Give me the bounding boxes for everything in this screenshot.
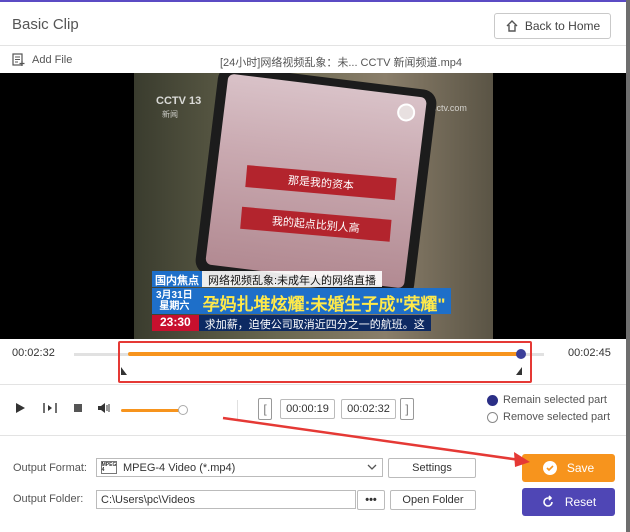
ticker-date: 3月31日 星期六	[152, 288, 197, 314]
range-end-field[interactable]: 00:02:32	[341, 399, 396, 419]
set-end-button[interactable]: ]	[400, 398, 414, 420]
output-format-select[interactable]: MPEG 4 MPEG-4 Video (*.mp4)	[96, 458, 383, 477]
watermark: cctv.com	[432, 103, 467, 113]
play-icon	[16, 403, 25, 413]
speaker-icon	[98, 403, 110, 413]
remain-radio[interactable]	[487, 394, 498, 406]
bracket-left-icon: [	[263, 402, 267, 416]
set-start-button[interactable]: [	[258, 398, 272, 420]
stop-button[interactable]	[71, 401, 85, 415]
video-frame: CCTV 13 新闻 cctv.com 那是我的资本 我的起点比别人高 国内焦点…	[134, 73, 493, 339]
output-folder-label: Output Folder:	[13, 493, 84, 505]
output-format-label: Output Format:	[13, 462, 87, 474]
ticker-headline: 孕妈扎堆炫耀:未婚生子成"荣耀"	[196, 288, 452, 314]
remove-label: Remove selected part	[503, 411, 610, 423]
file-bar: Add File [24小时]网络视频乱象：未... CCTV 新闻频道.mp4	[0, 47, 626, 73]
stop-icon	[74, 404, 82, 412]
volume-slider[interactable]	[121, 409, 183, 412]
ticker-top: 国内焦点 网络视频乱象:未成年人的网络直播	[152, 271, 383, 287]
back-to-home-button[interactable]: Back to Home	[494, 13, 611, 39]
caption-band-1: 那是我的资本	[245, 165, 397, 201]
output-format-value: MPEG-4 Video (*.mp4)	[123, 461, 236, 474]
output-folder-field[interactable]: C:\Users\pc\Videos	[96, 490, 356, 509]
timeline: 00:02:32 00:02:45	[0, 339, 626, 385]
ticker-date-weekday: 星期六	[159, 301, 190, 312]
divider	[237, 400, 238, 420]
save-label: Save	[566, 461, 595, 475]
range-start-field[interactable]: 00:00:19	[280, 399, 335, 419]
reset-button[interactable]: Reset	[522, 488, 615, 516]
video-preview[interactable]: CCTV 13 新闻 cctv.com 那是我的资本 我的起点比别人高 国内焦点…	[0, 73, 626, 339]
ticker-label: 国内焦点	[152, 271, 202, 287]
reset-icon	[543, 495, 553, 507]
open-folder-button[interactable]: Open Folder	[390, 490, 476, 510]
check-icon	[542, 461, 557, 475]
browse-folder-button[interactable]: •••	[357, 490, 385, 510]
ticker-bottom: 23:30 求加薪，迫使公司取消近四分之一的航班。这	[152, 315, 431, 331]
chevron-down-icon	[367, 464, 377, 470]
reset-label: Reset	[564, 495, 597, 509]
channel-subtitle: 新闻	[162, 110, 178, 119]
ticker-headline-row: 3月31日 星期六 孕妈扎堆炫耀:未婚生子成"荣耀"	[152, 288, 452, 314]
ticker-line: 网络视频乱象:未成年人的网络直播	[202, 271, 383, 287]
volume-button[interactable]	[97, 401, 111, 415]
home-icon	[506, 20, 518, 32]
frame-step-icon	[43, 403, 57, 413]
frame-step-button[interactable]	[43, 401, 57, 415]
phone-image: 那是我的资本 我的起点比别人高	[194, 73, 438, 300]
ticker-date-day: 3月31日	[156, 290, 193, 301]
play-button[interactable]	[13, 401, 27, 415]
channel-logo: CCTV 13	[156, 95, 202, 107]
settings-button[interactable]: Settings	[388, 458, 476, 478]
timeline-end-time: 00:02:45	[568, 347, 611, 359]
trim-highlight-box	[118, 341, 532, 383]
timeline-start-time: 00:02:32	[12, 347, 55, 359]
news-ticker: 国内焦点 网络视频乱象:未成年人的网络直播 3月31日 星期六 孕妈扎堆炫耀:未…	[134, 271, 493, 339]
remove-radio[interactable]	[487, 411, 498, 423]
save-button[interactable]: Save	[522, 454, 615, 482]
back-to-home-label: Back to Home	[524, 19, 601, 33]
avatar	[396, 102, 417, 123]
remain-label: Remain selected part	[503, 394, 607, 406]
output-panel: Output Format: MPEG 4 MPEG-4 Video (*.mp…	[0, 436, 626, 532]
window-title: Basic Clip	[12, 16, 79, 33]
caption-band-2: 我的起点比别人高	[240, 206, 392, 242]
phone-screen: 那是我的资本 我的起点比别人高	[205, 73, 428, 289]
mp4-format-icon: MPEG 4	[101, 461, 117, 474]
remove-option[interactable]: Remove selected part	[487, 411, 610, 423]
ticker-scroll-text: 求加薪，迫使公司取消近四分之一的航班。这	[198, 315, 431, 331]
remain-option[interactable]: Remain selected part	[487, 394, 607, 406]
ticker-clock: 23:30	[152, 315, 199, 331]
file-name: [24小时]网络视频乱象：未... CCTV 新闻频道.mp4	[219, 57, 463, 69]
volume-slider-knob[interactable]	[178, 405, 188, 415]
bracket-right-icon: ]	[405, 402, 409, 416]
title-bar: Basic Clip Back to Home	[0, 2, 630, 46]
playback-controls: [ 00:00:19 00:02:32 ] Remain selected pa…	[0, 385, 626, 435]
window-edge	[626, 0, 630, 532]
